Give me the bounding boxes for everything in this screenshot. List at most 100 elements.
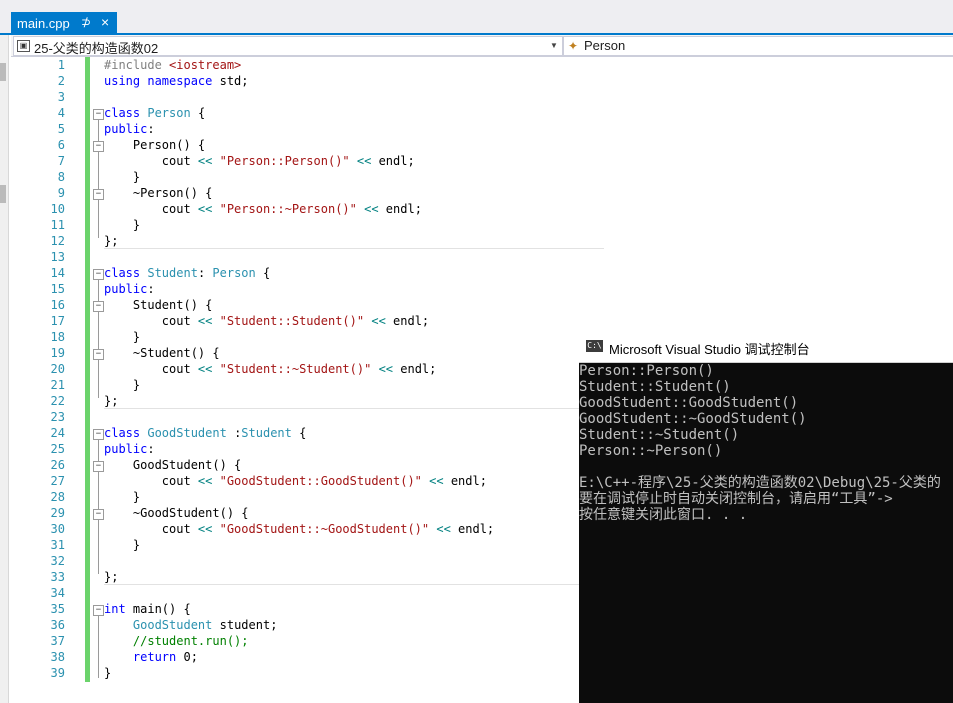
line-number: 38 [50,650,65,664]
close-icon[interactable]: × [101,14,109,30]
console-line: E:\C++-程序\25-父类的构造函数02\Debug\25-父类的 [579,475,941,491]
line-number: 7 [57,154,65,168]
line-number: 6 [57,138,65,152]
collapse-icon[interactable]: − [93,461,104,472]
collapse-icon[interactable]: − [93,509,104,520]
collapse-icon[interactable]: − [93,605,104,616]
line-number: 33 [50,570,65,584]
code-line-31: } [104,538,141,552]
navigation-bar: ▣ 25-父类的构造函数02 ▼ ✦ Person [11,35,953,57]
server-explorer-tab[interactable] [0,185,6,203]
collapse-icon[interactable]: − [93,141,104,152]
line-number: 13 [50,250,65,264]
line-number: 4 [57,106,65,120]
collapse-icon[interactable]: − [93,301,104,312]
line-number: 15 [50,282,65,296]
code-line-15: public: [104,282,155,296]
code-line-7: cout << "Person::Person()" << endl; [104,154,415,168]
line-number: 26 [50,458,65,472]
code-line-36: GoodStudent student; [132,618,278,632]
code-line-33: }; [104,570,119,584]
line-number: 18 [50,330,65,344]
code-line-38: return 0; [132,650,198,664]
code-line-37: //student.run(); [132,634,249,648]
console-title: Microsoft Visual Studio 调试控制台 [609,342,810,357]
line-number: 16 [50,298,65,312]
line-number: 24 [50,426,65,440]
code-line-25: public: [104,442,155,456]
separator [104,584,604,585]
collapse-icon[interactable]: − [93,349,104,360]
line-number: 31 [50,538,65,552]
line-number: 23 [50,410,65,424]
debug-console-window[interactable]: C:\ Microsoft Visual Studio 调试控制台 Person… [579,331,953,703]
code-line-17: cout << "Student::Student()" << endl; [104,314,430,328]
console-line: Student::Student() [579,379,731,395]
class-icon: ✦ [568,39,579,53]
code-line-16: Student() { [104,298,213,312]
code-line-11: } [104,218,141,232]
code-line-27: cout << "GoodStudent::GoodStudent()" << … [104,474,487,488]
line-number: 36 [50,618,65,632]
code-line-21: } [104,378,141,392]
line-number: 29 [50,506,65,520]
code-line-10: cout << "Person::~Person()" << endl; [104,202,422,216]
line-number: 27 [50,474,65,488]
line-number: 2 [57,74,65,88]
console-line: Person::~Person() [579,443,723,459]
code-line-39: } [104,666,112,680]
collapse-icon[interactable]: − [93,109,104,120]
line-number: 35 [50,602,65,616]
code-line-18: } [104,330,141,344]
console-line: GoodStudent::~GoodStudent() [579,411,807,427]
line-number: 20 [50,362,65,376]
line-number: 32 [50,554,65,568]
code-line-30: cout << "GoodStudent::~GoodStudent()" <<… [104,522,495,536]
tab-bar: main.cpp ⊅ × [0,0,953,35]
line-number: 10 [50,202,65,216]
toolbox-tab[interactable] [0,63,6,81]
line-number: 1 [57,58,65,72]
collapse-icon[interactable]: − [93,429,104,440]
code-line-20: cout << "Student::~Student()" << endl; [104,362,437,376]
member-label: Person [584,38,626,53]
console-titlebar[interactable]: C:\ Microsoft Visual Studio 调试控制台 [579,331,953,363]
line-number: 9 [57,186,65,200]
collapse-icon[interactable]: − [93,189,104,200]
line-number: 21 [50,378,65,392]
code-line-28: } [104,490,141,504]
console-line: GoodStudent::GoodStudent() [579,395,799,411]
separator [104,248,604,249]
code-line-26: GoodStudent() { [104,458,242,472]
outline-line [98,120,99,238]
scope-label: 25-父类的构造函数02 [34,41,159,56]
code-line-14: class Student: Person { [104,266,271,280]
member-dropdown[interactable]: ✦ Person [563,36,953,56]
line-number: 12 [50,234,65,248]
console-line: 按任意键关闭此窗口. . . [579,507,748,523]
change-tracking-bar [85,57,90,682]
tab-label: main.cpp [17,16,70,31]
line-number: 25 [50,442,65,456]
line-number: 34 [50,586,65,600]
pin-icon[interactable]: ⊅ [81,15,91,29]
project-icon: ▣ [17,40,30,52]
line-number: 39 [50,666,65,680]
code-line-35: int main() { [104,602,191,616]
collapse-icon[interactable]: − [93,269,104,280]
separator [104,408,604,409]
code-line-2: using namespace std; [104,74,249,88]
code-line-29: ~GoodStudent() { [104,506,249,520]
code-line-8: } [104,170,141,184]
outline-line [98,280,99,398]
line-number: 22 [50,394,65,408]
left-tool-strip [0,35,9,703]
scope-dropdown[interactable]: ▣ 25-父类的构造函数02 ▼ [13,36,563,56]
line-number: 17 [50,314,65,328]
console-line: Person::Person() [579,363,714,379]
line-number: 28 [50,490,65,504]
tab-main-cpp[interactable]: main.cpp ⊅ × [11,12,117,35]
code-line-4: class Person { [104,106,206,120]
line-number: 37 [50,634,65,648]
line-number: 11 [50,218,65,232]
